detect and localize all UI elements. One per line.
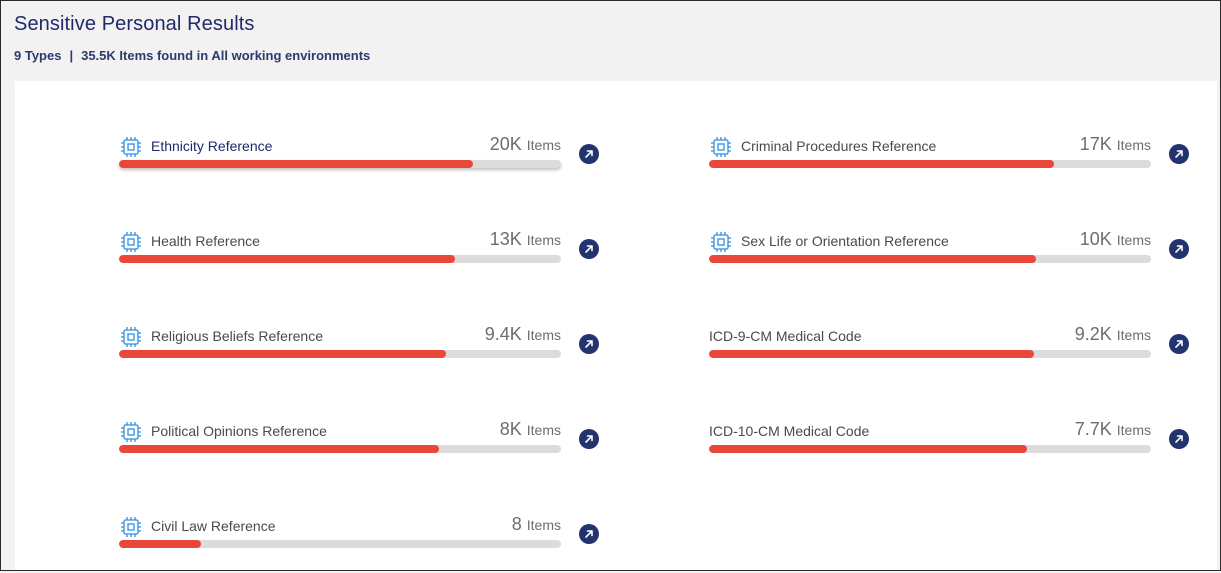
result-progress-fill bbox=[119, 160, 473, 168]
result-progress-bar bbox=[709, 350, 1151, 358]
chip-icon bbox=[119, 230, 143, 254]
result-item-label: Health Reference bbox=[151, 233, 260, 249]
result-item-sex-life-or-orientation-reference[interactable]: Sex Life or Orientation Reference 10K Ite… bbox=[709, 228, 1199, 288]
result-progress-bar bbox=[709, 160, 1151, 168]
chip-icon bbox=[119, 420, 143, 444]
result-item-ethnicity-reference[interactable]: Ethnicity Reference 20K Items bbox=[119, 133, 609, 193]
result-progress-fill bbox=[709, 350, 1034, 358]
result-item-count: 10K Items bbox=[1079, 229, 1151, 249]
results-panel: Ethnicity Reference 20K Items Criminal Pr… bbox=[15, 81, 1217, 570]
widget-title: Sensitive Personal Results bbox=[14, 13, 255, 35]
result-item-political-opinions-reference[interactable]: Political Opinions Reference 8K Items bbox=[119, 418, 609, 478]
arrow-up-right-icon bbox=[1175, 245, 1183, 253]
result-progress-bar bbox=[119, 540, 561, 548]
chip-icon bbox=[119, 515, 143, 539]
result-progress-fill bbox=[119, 445, 440, 453]
chip-icon bbox=[709, 230, 733, 254]
result-item-label: ICD-10-CM Medical Code bbox=[709, 423, 870, 439]
types-count: 9 Types bbox=[14, 48, 62, 63]
arrow-up-right-icon bbox=[1175, 150, 1183, 158]
result-progress-fill bbox=[119, 540, 201, 548]
open-details-button[interactable] bbox=[1169, 429, 1189, 449]
result-item-icd-10-cm-medical-code[interactable]: ICD-10-CM Medical Code 7.7K Items bbox=[709, 418, 1199, 478]
result-progress-bar bbox=[119, 350, 561, 358]
result-progress-fill bbox=[709, 445, 1028, 453]
open-details-button[interactable] bbox=[579, 334, 599, 354]
widget-subtitle: 9 Types | 35.5K Items found in All working… bbox=[14, 48, 370, 63]
open-details-button[interactable] bbox=[579, 429, 599, 449]
result-item-icd-9-cm-medical-code[interactable]: ICD-9-CM Medical Code 9.2K Items bbox=[709, 323, 1199, 383]
result-item-count: 7.7K Items bbox=[1074, 419, 1151, 439]
chip-icon bbox=[709, 135, 733, 159]
result-item-count: 8 Items bbox=[511, 514, 561, 534]
result-item-label: Criminal Procedures Reference bbox=[741, 138, 937, 154]
open-details-button[interactable] bbox=[1169, 144, 1189, 164]
result-item-count: 8K Items bbox=[499, 419, 561, 439]
widget-header: Sensitive Personal Results 9 Types | 35.5K… bbox=[14, 13, 370, 63]
result-item-count: 9.2K Items bbox=[1074, 324, 1151, 344]
result-item-count: 20K Items bbox=[489, 134, 561, 154]
sensitive-personal-results-widget: Sensitive Personal Results 9 Types | 35.5K… bbox=[0, 0, 1221, 571]
open-details-button[interactable] bbox=[1169, 239, 1189, 259]
result-item-label: ICD-9-CM Medical Code bbox=[709, 328, 862, 344]
arrow-up-right-icon bbox=[585, 245, 593, 253]
result-item-religious-beliefs-reference[interactable]: Religious Beliefs Reference 9.4K Items bbox=[119, 323, 609, 383]
open-details-button[interactable] bbox=[579, 239, 599, 259]
result-item-criminal-procedures-reference[interactable]: Criminal Procedures Reference 17K Items bbox=[709, 133, 1199, 193]
result-item-count: 13K Items bbox=[489, 229, 561, 249]
arrow-up-right-icon bbox=[585, 530, 593, 538]
result-item-health-reference[interactable]: Health Reference 13K Items bbox=[119, 228, 609, 288]
result-item-label: Ethnicity Reference bbox=[151, 138, 273, 154]
result-progress-fill bbox=[119, 350, 447, 358]
chip-icon bbox=[119, 135, 143, 159]
result-item-count: 9.4K Items bbox=[484, 324, 561, 344]
open-details-button[interactable] bbox=[579, 524, 599, 544]
result-item-count: 17K Items bbox=[1079, 134, 1151, 154]
arrow-up-right-icon bbox=[1175, 435, 1183, 443]
result-progress-fill bbox=[709, 255, 1037, 263]
result-item-label: Sex Life or Orientation Reference bbox=[741, 233, 949, 249]
items-summary: 35.5K Items found in All working environ… bbox=[81, 48, 371, 63]
arrow-up-right-icon bbox=[1175, 340, 1183, 348]
result-progress-bar bbox=[119, 445, 561, 453]
result-progress-fill bbox=[119, 255, 455, 263]
open-details-button[interactable] bbox=[1169, 334, 1189, 354]
arrow-up-right-icon bbox=[585, 435, 593, 443]
result-progress-bar bbox=[119, 160, 561, 168]
result-progress-bar bbox=[709, 445, 1151, 453]
arrow-up-right-icon bbox=[585, 150, 593, 158]
result-item-label: Political Opinions Reference bbox=[151, 423, 327, 439]
result-progress-bar bbox=[709, 255, 1151, 263]
subtitle-separator: | bbox=[69, 48, 74, 63]
result-item-label: Religious Beliefs Reference bbox=[151, 328, 323, 344]
result-item-civil-law-reference[interactable]: Civil Law Reference 8 Items bbox=[119, 513, 609, 573]
chip-icon bbox=[119, 325, 143, 349]
result-progress-bar bbox=[119, 255, 561, 263]
result-progress-fill bbox=[709, 160, 1054, 168]
arrow-up-right-icon bbox=[585, 340, 593, 348]
result-item-label: Civil Law Reference bbox=[151, 518, 276, 534]
open-details-button[interactable] bbox=[579, 144, 599, 164]
